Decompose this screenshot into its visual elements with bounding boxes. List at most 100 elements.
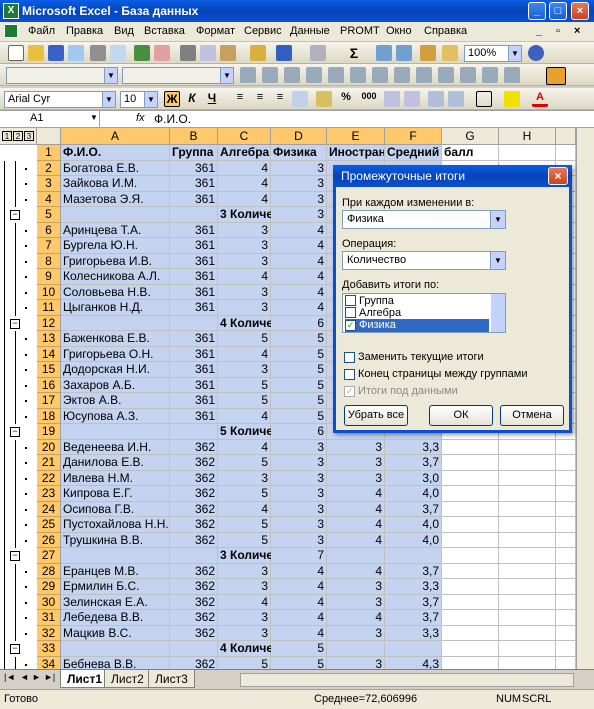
cell-e[interactable]: 4 — [327, 486, 385, 502]
horizontal-scrollbar[interactable] — [240, 673, 574, 687]
checkbox-checked[interactable]: ✓ — [345, 320, 356, 331]
replace-checkbox[interactable] — [344, 352, 355, 363]
cell-e[interactable]: 4 — [327, 517, 385, 533]
remove-all-button[interactable]: Убрать все — [344, 405, 408, 426]
tool-icon[interactable] — [262, 67, 278, 83]
first-sheet-icon[interactable]: |◄ — [4, 672, 15, 682]
cell-f[interactable]: 3,7 — [385, 594, 442, 610]
new-icon[interactable] — [8, 45, 24, 61]
cell-b[interactable] — [170, 548, 218, 564]
cell-f[interactable]: 4,0 — [385, 486, 442, 502]
cell-b[interactable]: 362 — [170, 563, 218, 579]
cell-c[interactable]: 3 — [218, 222, 271, 238]
cell-b[interactable]: 362 — [170, 625, 218, 641]
cell-c[interactable]: 4 Количе — [218, 315, 273, 331]
permission-icon[interactable] — [68, 45, 84, 61]
row-header[interactable]: 17 — [37, 393, 61, 409]
cell-d[interactable]: 3 — [271, 532, 327, 548]
cell-b[interactable] — [170, 207, 218, 223]
autosum-icon[interactable]: Σ — [346, 45, 362, 61]
cell-b[interactable]: 361 — [170, 253, 218, 269]
row-header[interactable]: 18 — [37, 408, 61, 424]
chevron-down-icon[interactable]: ▼ — [144, 92, 157, 107]
cell-b[interactable] — [170, 424, 218, 440]
menu-edit[interactable]: Правка — [66, 25, 103, 37]
column-header-e[interactable]: E — [327, 128, 385, 145]
empty-cell[interactable] — [556, 610, 576, 626]
help-icon[interactable] — [528, 45, 544, 61]
sheet-tab-1[interactable]: Лист1 — [60, 670, 110, 688]
cell-a[interactable]: Додорская Н.И. — [61, 362, 170, 378]
cell-d[interactable]: 4 — [271, 269, 327, 285]
cell-b[interactable]: 361 — [170, 300, 218, 316]
header-fio[interactable]: Ф.И.О. — [61, 145, 170, 161]
tool-icon[interactable] — [482, 67, 498, 83]
collapse-group-icon[interactable]: − — [10, 551, 20, 561]
paste-icon[interactable] — [220, 45, 236, 61]
cell-e[interactable] — [327, 548, 385, 564]
decrease-decimal-icon[interactable] — [404, 91, 420, 107]
cell-b[interactable] — [170, 641, 218, 657]
menu-window[interactable]: Окно — [386, 25, 412, 37]
summary-below-checkbox[interactable]: ✓ — [344, 386, 355, 397]
merge-center-icon[interactable] — [292, 91, 308, 107]
empty-cell[interactable] — [442, 579, 499, 595]
empty-cell[interactable] — [442, 470, 499, 486]
row-header[interactable]: 5 — [37, 207, 61, 223]
cell-a[interactable]: Богатова Е.В. — [61, 160, 170, 176]
empty-cell[interactable] — [499, 532, 556, 548]
empty-cell[interactable] — [499, 548, 556, 564]
row-header[interactable]: 33 — [37, 641, 61, 657]
cell-e[interactable]: 4 — [327, 610, 385, 626]
cell-c[interactable]: 5 — [218, 486, 271, 502]
row-header[interactable]: 32 — [37, 625, 61, 641]
fill-color-icon[interactable] — [504, 91, 520, 107]
checkbox[interactable] — [345, 307, 356, 318]
empty-cell[interactable] — [556, 563, 576, 579]
empty-cell[interactable] — [442, 594, 499, 610]
print-icon[interactable] — [90, 45, 106, 61]
cell-d[interactable]: 3 — [271, 176, 327, 192]
cell-a[interactable] — [61, 315, 170, 331]
chevron-down-icon[interactable]: ▼ — [490, 211, 505, 228]
cell-b[interactable]: 361 — [170, 222, 218, 238]
borders-icon[interactable] — [476, 91, 492, 107]
empty-cell[interactable] — [556, 641, 576, 657]
cell-c[interactable]: 3 Количе — [218, 548, 273, 564]
cell-a[interactable]: Бебнева В.В. — [61, 656, 170, 669]
cell-b[interactable]: 362 — [170, 532, 218, 548]
cell-c[interactable]: 3 — [218, 610, 271, 626]
header-algebra[interactable]: Алгебра — [218, 145, 271, 161]
bold-button[interactable]: Ж — [164, 91, 180, 107]
chevron-down-icon[interactable]: ▼ — [90, 113, 98, 122]
cell-c[interactable]: 3 — [218, 563, 271, 579]
row-header[interactable]: 34 — [37, 656, 61, 669]
cell-e[interactable]: 4 — [327, 563, 385, 579]
empty-cell[interactable] — [499, 579, 556, 595]
cell-c[interactable]: 3 — [218, 625, 271, 641]
cell-e[interactable]: 4 — [327, 501, 385, 517]
cell-b[interactable]: 361 — [170, 331, 218, 347]
cell-e[interactable]: 3 — [327, 594, 385, 610]
cell-f[interactable]: 3,7 — [385, 610, 442, 626]
cell-c[interactable]: 3 — [218, 362, 271, 378]
cell-b[interactable]: 362 — [170, 470, 218, 486]
align-right-icon[interactable]: ≡ — [272, 91, 288, 107]
column-header-i[interactable] — [556, 128, 576, 145]
sort-asc-icon[interactable] — [376, 45, 392, 61]
empty-cell[interactable] — [556, 656, 576, 669]
cell-d[interactable]: 5 — [271, 656, 327, 669]
cell-a[interactable]: Данилова Е.В. — [61, 455, 170, 471]
cell-d[interactable]: 3 — [271, 439, 327, 455]
column-header-a[interactable]: A — [61, 128, 170, 145]
cell-d[interactable]: 3 — [271, 207, 327, 223]
cell-c[interactable]: 3 — [218, 284, 271, 300]
list-item[interactable]: Группа — [345, 295, 489, 307]
cell-b[interactable]: 362 — [170, 501, 218, 517]
cell-d[interactable]: 4 — [271, 222, 327, 238]
cell-b[interactable] — [170, 315, 218, 331]
collapse-group-icon[interactable]: − — [10, 644, 20, 654]
row-header[interactable]: 3 — [37, 176, 61, 192]
menu-tools[interactable]: Сервис — [244, 25, 282, 37]
cell-f[interactable] — [385, 548, 442, 564]
